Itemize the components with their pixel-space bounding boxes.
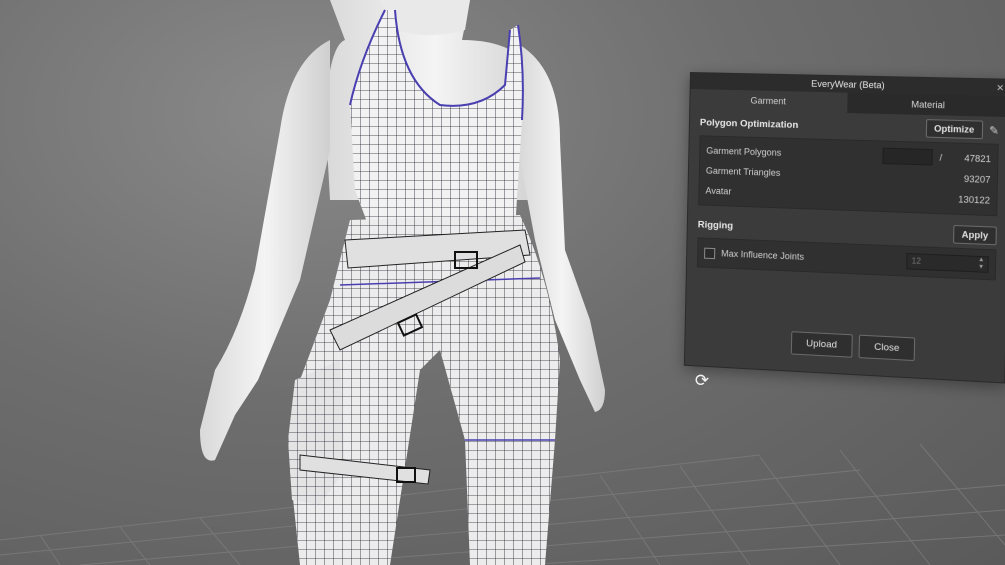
- avatar-value: 130122: [958, 194, 991, 206]
- garment-polygons-input[interactable]: [882, 147, 934, 166]
- refresh-icon[interactable]: ⟳: [692, 371, 712, 391]
- garment-polygons-label: Garment Polygons: [706, 145, 782, 158]
- upload-button[interactable]: Upload: [790, 331, 853, 358]
- spinbox-arrows-icon[interactable]: ▲ ▼: [978, 257, 985, 272]
- max-influence-row: Max Influence Joints 12 ▲ ▼: [704, 243, 989, 275]
- panel-title: EveryWear (Beta): [811, 78, 885, 91]
- garment-pants: [288, 215, 560, 565]
- max-influence-spinbox[interactable]: 12 ▲ ▼: [906, 252, 989, 273]
- rigging-heading: Rigging: [697, 218, 734, 232]
- tab-garment[interactable]: Garment: [690, 89, 848, 113]
- polygons-separator: /: [939, 152, 943, 163]
- garment-polygons-value: 47821: [964, 153, 992, 165]
- max-influence-checkbox[interactable]: [704, 247, 716, 259]
- garment-triangles-value: 93207: [963, 173, 991, 185]
- pencil-icon[interactable]: ✎: [989, 123, 999, 137]
- polygon-stats-group: Garment Polygons / 47821 Garment Triangl…: [698, 135, 999, 217]
- max-influence-label: Max Influence Joints: [721, 248, 805, 262]
- polygon-optimization-heading: Polygon Optimization: [699, 116, 799, 131]
- panel-footer: Upload Close: [685, 326, 1005, 366]
- max-influence-value: 12: [911, 256, 922, 266]
- tab-material[interactable]: Material: [847, 92, 1005, 118]
- close-button[interactable]: Close: [858, 334, 916, 362]
- optimize-button[interactable]: Optimize: [925, 119, 983, 140]
- close-icon[interactable]: ✕: [996, 79, 1004, 96]
- everywear-panel: EveryWear (Beta) ✕ Garment Material Poly…: [683, 72, 1005, 384]
- apply-button[interactable]: Apply: [952, 224, 997, 246]
- avatar-label: Avatar: [705, 185, 732, 197]
